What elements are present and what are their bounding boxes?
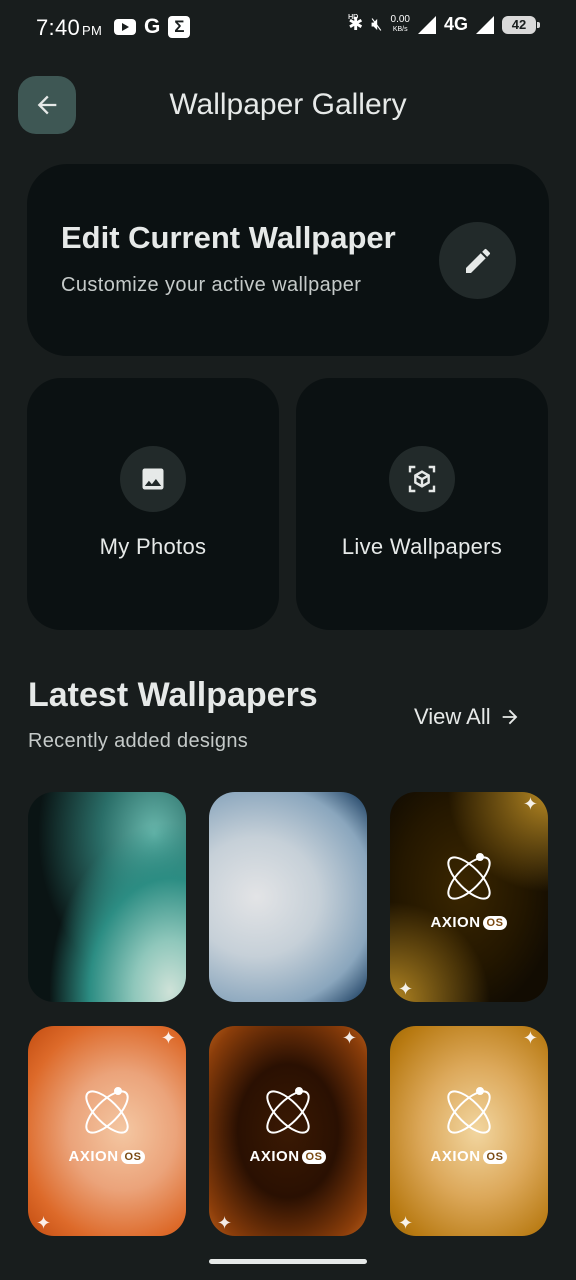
wallpaper-thumbnail-2[interactable] xyxy=(209,792,367,1002)
view-all-button[interactable]: View All xyxy=(414,704,521,730)
axion-logo: AXION OS xyxy=(28,1082,186,1165)
page-title: Wallpaper Gallery xyxy=(169,88,407,121)
sparkle-icon: ✦ xyxy=(36,1213,52,1233)
wallpaper-thumbnail-6[interactable]: ✦ ✦ AXION OS xyxy=(390,1026,548,1236)
image-icon-wrapper xyxy=(120,446,186,512)
axion-logo: AXION OS xyxy=(390,848,548,931)
youtube-icon xyxy=(114,19,136,35)
google-icon: G xyxy=(144,15,161,38)
live-wallpapers-tile[interactable]: Live Wallpapers xyxy=(296,378,548,630)
sparkle-icon: ✦ xyxy=(217,1213,233,1233)
image-icon xyxy=(142,468,164,490)
network-speed: 0.00 KB/s xyxy=(390,13,410,33)
cube-icon-wrapper xyxy=(389,446,455,512)
sparkle-icon: ✦ xyxy=(160,1028,176,1048)
signal-icon-2 xyxy=(476,15,494,34)
wallpaper-thumbnail-1[interactable] xyxy=(28,792,186,1002)
status-time: 7:40 PM xyxy=(36,15,103,40)
sparkle-icon: ✦ xyxy=(522,1028,538,1048)
atom-icon xyxy=(85,1087,129,1134)
sparkle-icon: ✦ xyxy=(522,794,538,814)
edit-current-wallpaper-card[interactable]: Edit Current Wallpaper Customize your ac… xyxy=(27,164,549,356)
status-bar: 7:40 PM G Σ ✱ 🔇︎ 0.00 KB/s HD 4G HD 42 xyxy=(0,0,576,56)
wallpaper-thumbnail-4[interactable]: ✦ ✦ AXION OS xyxy=(28,1026,186,1236)
axion-logo: AXION OS xyxy=(390,1082,548,1165)
sparkle-icon: ✦ xyxy=(398,1213,414,1233)
edit-card-subtitle: Customize your active wallpaper xyxy=(61,274,362,296)
wallpaper-thumbnail-5[interactable]: ✦ ✦ AXION OS xyxy=(209,1026,367,1236)
hd-badge-2: HD xyxy=(348,14,359,21)
atom-icon xyxy=(266,1087,310,1134)
signal-icon xyxy=(417,15,436,34)
mute-icon: 🔇︎ xyxy=(371,14,383,34)
live-wallpapers-label: Live Wallpapers xyxy=(341,534,503,559)
arrow-right-icon xyxy=(502,709,517,725)
atom-icon xyxy=(447,1087,491,1134)
latest-wallpapers-subtitle: Recently added designs xyxy=(28,730,249,752)
view-all-label: View All xyxy=(414,704,491,729)
wallpaper-thumbnail-3[interactable]: ✦ ✦ AXION OS xyxy=(390,792,548,1002)
my-photos-label: My Photos xyxy=(99,534,207,559)
sparkle-icon: ✦ xyxy=(341,1028,357,1048)
atom-icon xyxy=(447,853,491,900)
my-photos-tile[interactable]: My Photos xyxy=(27,378,279,630)
edit-card-title: Edit Current Wallpaper xyxy=(61,220,396,255)
pencil-icon xyxy=(465,248,490,273)
latest-wallpapers-title: Latest Wallpapers xyxy=(28,676,318,714)
edit-button[interactable] xyxy=(439,222,516,299)
home-indicator[interactable] xyxy=(209,1259,367,1264)
sigma-icon: Σ xyxy=(168,16,191,38)
network-type: 4G xyxy=(443,14,468,34)
axion-logo: AXION OS xyxy=(209,1082,367,1165)
battery-icon: 42 xyxy=(502,15,540,34)
3d-cube-icon xyxy=(408,465,436,493)
sparkle-icon: ✦ xyxy=(398,979,414,999)
